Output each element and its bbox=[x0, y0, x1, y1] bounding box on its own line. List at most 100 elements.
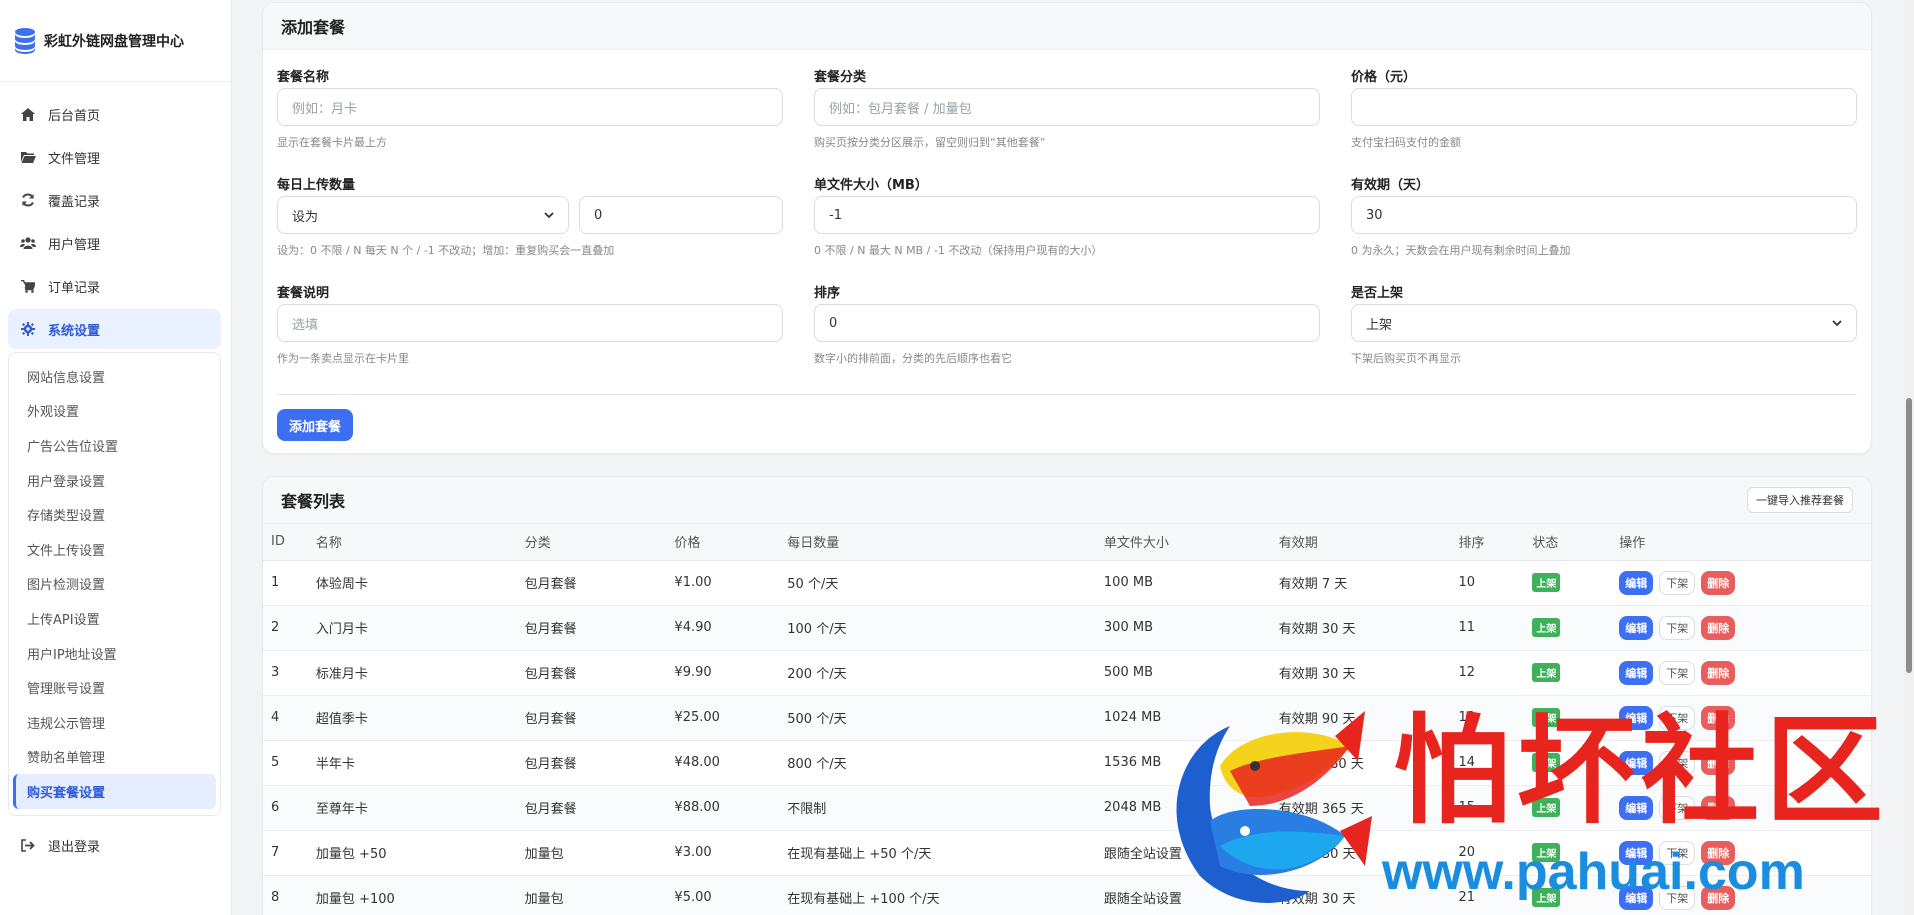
cell-size: 跟随全站设置 bbox=[1103, 892, 1182, 907]
scroll-thumb[interactable] bbox=[1906, 398, 1912, 673]
subnav-item-packages[interactable]: 购买套餐设置 bbox=[13, 774, 216, 809]
subnav-item[interactable]: 管理账号设置 bbox=[13, 670, 216, 705]
subnav-item[interactable]: 上传API设置 bbox=[13, 601, 216, 636]
cell-price: ¥4.90 bbox=[674, 620, 712, 635]
subnav-item[interactable]: 违规公示管理 bbox=[13, 705, 216, 740]
row-actions: 编辑 下架 删除 bbox=[1619, 750, 1871, 775]
field-hint: 支付宝扫码支付的金额 bbox=[1351, 136, 1461, 149]
subnav-item[interactable]: 文件上传设置 bbox=[13, 532, 216, 567]
desc-input[interactable]: 选填 bbox=[277, 304, 783, 342]
nav-item-dashboard[interactable]: 后台首页 bbox=[8, 94, 221, 134]
status-badge: 上架 bbox=[1532, 618, 1561, 637]
unlist-button[interactable]: 下架 bbox=[1659, 615, 1696, 640]
card-header: 套餐列表 一键导入推荐套餐 bbox=[263, 477, 1871, 524]
cell-sort: 21 bbox=[1458, 890, 1476, 905]
cell-status: 上架 bbox=[1532, 740, 1619, 785]
cell-name: 体验周卡 bbox=[315, 577, 368, 592]
sort-input[interactable]: 0 bbox=[814, 304, 1320, 342]
subnav-item[interactable]: 存储类型设置 bbox=[13, 497, 216, 532]
add-package-button[interactable]: 添加套餐 bbox=[277, 409, 354, 441]
cell-sort: 10 bbox=[1458, 575, 1476, 590]
delete-button[interactable]: 删除 bbox=[1701, 795, 1736, 820]
edit-button[interactable]: 编辑 bbox=[1619, 840, 1654, 865]
nav-label: 覆盖记录 bbox=[48, 194, 101, 210]
unlist-button[interactable]: 下架 bbox=[1659, 885, 1696, 910]
edit-button[interactable]: 编辑 bbox=[1619, 570, 1654, 595]
edit-button[interactable]: 编辑 bbox=[1619, 615, 1654, 640]
subnav-item[interactable]: 网站信息设置 bbox=[13, 359, 216, 394]
cell-id: 4 bbox=[271, 710, 280, 725]
cell-daily: 100 个/天 bbox=[787, 622, 847, 637]
edit-button[interactable]: 编辑 bbox=[1619, 885, 1654, 910]
column-header: 单文件大小 bbox=[1103, 524, 1279, 561]
nav-item-files[interactable]: 文件管理 bbox=[8, 137, 221, 177]
delete-button[interactable]: 删除 bbox=[1701, 885, 1736, 910]
import-recommended-button[interactable]: 一键导入推荐套餐 bbox=[1747, 487, 1853, 513]
field-label: 是否上架 bbox=[1351, 286, 1404, 301]
field-filesize: 单文件大小（MB） -1 0 不限 / N 最大 N MB / -1 不改动（保… bbox=[814, 174, 1320, 258]
cell-actions: 编辑 下架 删除 bbox=[1619, 695, 1871, 740]
table-row: 7 加量包 +50 加量包 ¥3.00 在现有基础上 +50 个/天 跟随全站设置 有效期 … bbox=[263, 830, 1871, 875]
validity-input[interactable]: 30 bbox=[1351, 196, 1857, 234]
table-row: 2 入门月卡 包月套餐 ¥4.90 100 个/天 300 MB 有效期 30 天 11 上架 编… bbox=[263, 605, 1871, 650]
column-header: 每日数量 bbox=[787, 524, 1104, 561]
table-row: 1 体验周卡 包月套餐 ¥1.00 50 个/天 100 MB 有效期 7 天 10 上架 编辑下… bbox=[263, 560, 1871, 605]
cell-category: 包月套餐 bbox=[524, 757, 577, 772]
cell-price: ¥48.00 bbox=[674, 755, 720, 770]
subnav-item[interactable]: 用户登录设置 bbox=[13, 463, 216, 498]
unlist-button[interactable]: 下架 bbox=[1659, 750, 1696, 775]
field-label: 每日上传数量 bbox=[277, 178, 356, 193]
cell-sort: 20 bbox=[1458, 845, 1476, 860]
subnav-item[interactable]: 外观设置 bbox=[13, 394, 216, 429]
unlist-button[interactable]: 下架 bbox=[1659, 795, 1696, 820]
delete-button[interactable]: 删除 bbox=[1701, 615, 1736, 640]
nav-item-users[interactable]: 用户管理 bbox=[8, 223, 221, 263]
filesize-input[interactable]: -1 bbox=[814, 196, 1320, 234]
nav-item-overwrite-log[interactable]: 覆盖记录 bbox=[8, 180, 221, 220]
field-hint: 作为一条卖点显示在卡片里 bbox=[277, 352, 409, 365]
table-row: 4 超值季卡 包月套餐 ¥25.00 500 个/天 1024 MB 有效期 90 天 13 上… bbox=[263, 695, 1871, 740]
subnav-item[interactable]: 赞助名单管理 bbox=[13, 740, 216, 775]
listed-select[interactable]: 上架 bbox=[1351, 304, 1857, 342]
status-badge: 上架 bbox=[1532, 573, 1561, 592]
category-input[interactable]: 例如：包月套餐 / 加量包 bbox=[814, 88, 1320, 126]
nav-item-logout[interactable]: 退出登录 bbox=[8, 826, 221, 866]
delete-button[interactable]: 删除 bbox=[1701, 570, 1736, 595]
unlist-button[interactable]: 下架 bbox=[1659, 570, 1696, 595]
refresh-icon bbox=[20, 192, 36, 208]
unlist-button[interactable]: 下架 bbox=[1659, 705, 1696, 730]
cell-id: 8 bbox=[271, 890, 280, 905]
cell-size: 跟随全站设置 bbox=[1103, 847, 1182, 862]
price-input[interactable] bbox=[1351, 88, 1857, 126]
cell-daily: 在现有基础上 +100 个/天 bbox=[787, 892, 940, 907]
delete-button[interactable]: 删除 bbox=[1701, 840, 1736, 865]
field-hint: 下架后购买页不再显示 bbox=[1351, 352, 1461, 365]
unlist-button[interactable]: 下架 bbox=[1659, 840, 1696, 865]
table-row: 6 至尊年卡 包月套餐 ¥88.00 不限制 2048 MB 有效期 365 天 15 上架 编辑… bbox=[263, 785, 1871, 830]
unlist-button[interactable]: 下架 bbox=[1659, 660, 1696, 685]
field-label: 排序 bbox=[814, 286, 841, 301]
page-scrollbar[interactable] bbox=[1904, 0, 1914, 915]
cell-category: 加量包 bbox=[524, 847, 564, 862]
subnav-item[interactable]: 图片检测设置 bbox=[13, 567, 216, 602]
edit-button[interactable]: 编辑 bbox=[1619, 660, 1654, 685]
cell-actions: 编辑 下架 删除 bbox=[1619, 785, 1871, 830]
edit-button[interactable]: 编辑 bbox=[1619, 705, 1654, 730]
delete-button[interactable]: 删除 bbox=[1701, 750, 1736, 775]
subnav-item[interactable]: 广告公告位设置 bbox=[13, 428, 216, 463]
daily-count-input[interactable]: 0 bbox=[579, 196, 783, 234]
name-input[interactable]: 例如：月卡 bbox=[277, 88, 783, 126]
daily-mode-select[interactable]: 设为 bbox=[277, 196, 569, 234]
nav-item-orders[interactable]: 订单记录 bbox=[8, 266, 221, 306]
subnav-item[interactable]: 用户IP地址设置 bbox=[13, 636, 216, 671]
delete-button[interactable]: 删除 bbox=[1701, 705, 1736, 730]
sidebar: 彩虹外链网盘管理中心 后台首页 文件管理 覆盖记录 用户管理 订单记录 系统设置… bbox=[0, 0, 232, 915]
edit-button[interactable]: 编辑 bbox=[1619, 750, 1654, 775]
edit-button[interactable]: 编辑 bbox=[1619, 795, 1654, 820]
daily-controls: 设为 0 bbox=[277, 196, 783, 234]
nav-label: 订单记录 bbox=[48, 280, 101, 296]
field-hint: 购买页按分类分区展示，留空则归到“其他套餐” bbox=[814, 136, 1046, 149]
nav-item-settings[interactable]: 系统设置 bbox=[8, 309, 221, 349]
cell-validity: 有效期 30 天 bbox=[1278, 667, 1356, 682]
delete-button[interactable]: 删除 bbox=[1701, 660, 1736, 685]
